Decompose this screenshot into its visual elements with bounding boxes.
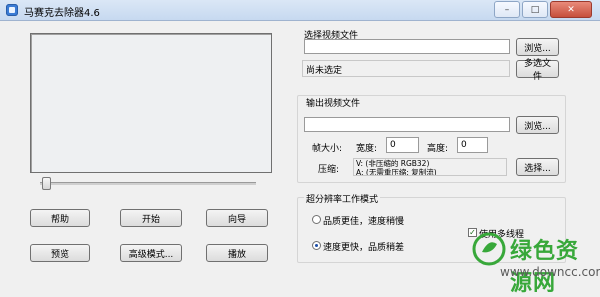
window-controls: – □ ✕ [494, 1, 592, 18]
wizard-button[interactable]: 向导 [206, 209, 268, 227]
close-button[interactable]: ✕ [550, 1, 592, 18]
seek-slider-track[interactable] [40, 182, 256, 185]
minimize-button[interactable]: – [494, 1, 520, 18]
height-input[interactable]: 0 [457, 137, 488, 153]
codec-info-box: V: (非压缩的 RGB32) A: (无需重压缩: 复制流) [353, 158, 507, 176]
height-label: 高度: [427, 144, 449, 154]
watermark-logo-icon [472, 232, 506, 266]
mode-label: 超分辨率工作模式 [304, 192, 381, 205]
width-label: 宽度: [356, 144, 378, 154]
speed-option-label[interactable]: 速度更快，品质稍差 [323, 240, 404, 253]
multi-select-button[interactable]: 多选文件 [516, 59, 559, 82]
quality-radio[interactable] [312, 215, 321, 224]
preview-button[interactable]: 预览 [30, 244, 90, 262]
width-input[interactable]: 0 [386, 137, 419, 153]
output-browse-button[interactable]: 浏览... [516, 116, 559, 134]
input-browse-button[interactable]: 浏览... [516, 38, 559, 56]
codec-audio-text: A: (无需重压缩: 复制流) [356, 168, 437, 176]
output-file-field[interactable] [304, 117, 510, 132]
app-icon [6, 4, 18, 16]
maximize-button[interactable]: □ [522, 1, 548, 18]
frame-size-label: 帧大小: [312, 144, 343, 154]
video-preview [30, 33, 272, 173]
input-file-field[interactable] [304, 39, 510, 54]
compress-label: 压缩: [318, 165, 340, 175]
output-file-label: 输出视频文件 [304, 96, 363, 109]
start-button[interactable]: 开始 [120, 209, 182, 227]
watermark-url: www.downcc.com [500, 265, 600, 279]
help-button[interactable]: 帮助 [30, 209, 90, 227]
codec-choose-button[interactable]: 选择... [516, 158, 559, 176]
input-status-text: 尚未选定 [306, 66, 343, 76]
speed-radio[interactable] [312, 241, 321, 250]
codec-video-text: V: (非压缩的 RGB32) [356, 159, 430, 168]
advanced-mode-button[interactable]: 高级模式... [120, 244, 182, 262]
input-status-field: 尚未选定 [302, 60, 510, 77]
seek-slider-thumb[interactable] [42, 177, 51, 190]
window-title: 马赛克去除器4.6 [24, 8, 100, 19]
quality-option-label[interactable]: 品质更佳，速度稍慢 [323, 214, 404, 227]
play-button[interactable]: 播放 [206, 244, 268, 262]
title-bar: 马赛克去除器4.6 – □ ✕ [0, 0, 600, 21]
